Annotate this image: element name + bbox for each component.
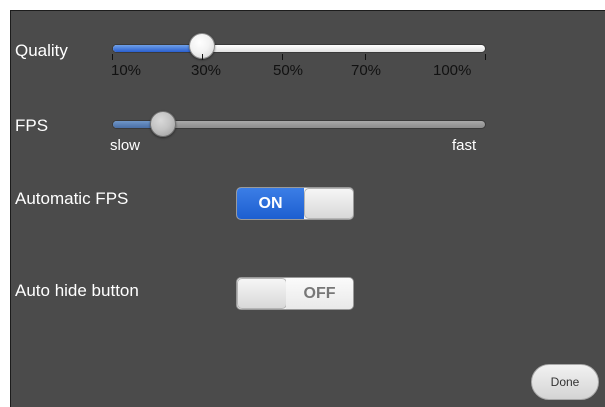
toggle-knob <box>304 188 353 219</box>
automatic-fps-toggle[interactable]: ON <box>236 187 354 220</box>
quality-tick-label: 30% <box>191 62 222 79</box>
auto-hide-button-toggle[interactable]: OFF <box>236 277 354 310</box>
quality-tick-30 <box>202 54 203 60</box>
auto-hide-button-label: Auto hide button <box>15 281 139 300</box>
done-button[interactable]: Done <box>531 364 599 400</box>
quality-tick-100 <box>485 54 486 60</box>
settings-panel: Quality 10% 30% 50% 70% 100% FPS slow fa… <box>10 10 605 407</box>
fps-label: FPS <box>15 116 49 135</box>
automatic-fps-label: Automatic FPS <box>15 189 129 208</box>
quality-tick-label: 70% <box>351 62 382 79</box>
toggle-off-text: OFF <box>286 278 353 309</box>
quality-tick-10 <box>112 54 113 60</box>
fps-slider-thumb[interactable] <box>149 111 176 137</box>
quality-slider[interactable] <box>112 44 486 53</box>
quality-label: Quality <box>15 41 68 60</box>
toggle-knob <box>237 278 287 309</box>
quality-tick-label: 50% <box>273 62 304 79</box>
quality-tick-label: 10% <box>111 62 142 79</box>
toggle-on-text: ON <box>237 188 304 219</box>
quality-tick-50 <box>282 54 283 60</box>
fps-max-label: fast <box>452 137 477 154</box>
quality-tick-70 <box>365 54 366 60</box>
fps-min-label: slow <box>110 137 141 154</box>
quality-tick-label: 100% <box>433 62 472 79</box>
